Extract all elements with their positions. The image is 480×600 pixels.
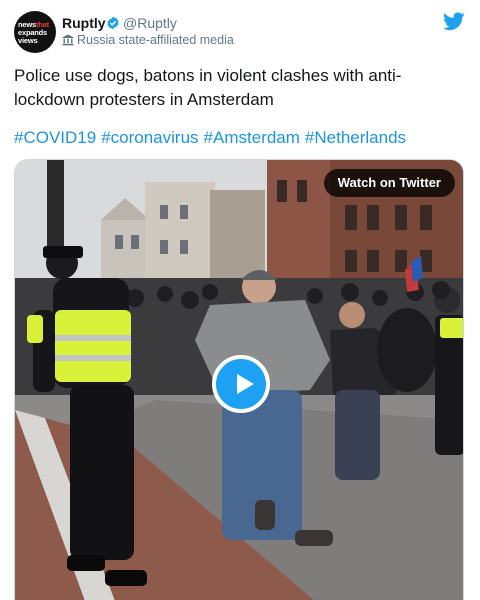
state-media-flag-icon: [62, 34, 74, 46]
hashtag-list: #COVID19 #coronavirus #Amsterdam #Netherlan…: [14, 126, 411, 150]
hashtag-netherlands[interactable]: #Netherlands: [305, 128, 406, 147]
video-media[interactable]: Watch on Twitter: [14, 159, 464, 600]
hashtag-covid19[interactable]: #COVID19: [14, 128, 96, 147]
account-name[interactable]: Ruptly: [62, 15, 106, 31]
twitter-bird-icon[interactable]: [443, 12, 465, 31]
hashtag-coronavirus[interactable]: #coronavirus: [101, 128, 198, 147]
account-handle[interactable]: @Ruptly: [123, 15, 177, 31]
verified-badge-icon: [107, 16, 119, 30]
tweet-text: Police use dogs, batons in violent clash…: [14, 66, 402, 109]
tweet-card: newsthat expands views Ruptly @Ruptly Ru…: [0, 0, 480, 600]
avatar-text-4: views: [18, 36, 38, 45]
hashtag-amsterdam[interactable]: #Amsterdam: [204, 128, 300, 147]
play-button[interactable]: [212, 355, 270, 413]
affiliation-label[interactable]: Russia state-affiliated media: [77, 33, 234, 47]
watch-on-twitter-button[interactable]: Watch on Twitter: [323, 169, 455, 197]
avatar[interactable]: newsthat expands views: [14, 11, 56, 53]
play-icon: [237, 374, 254, 394]
